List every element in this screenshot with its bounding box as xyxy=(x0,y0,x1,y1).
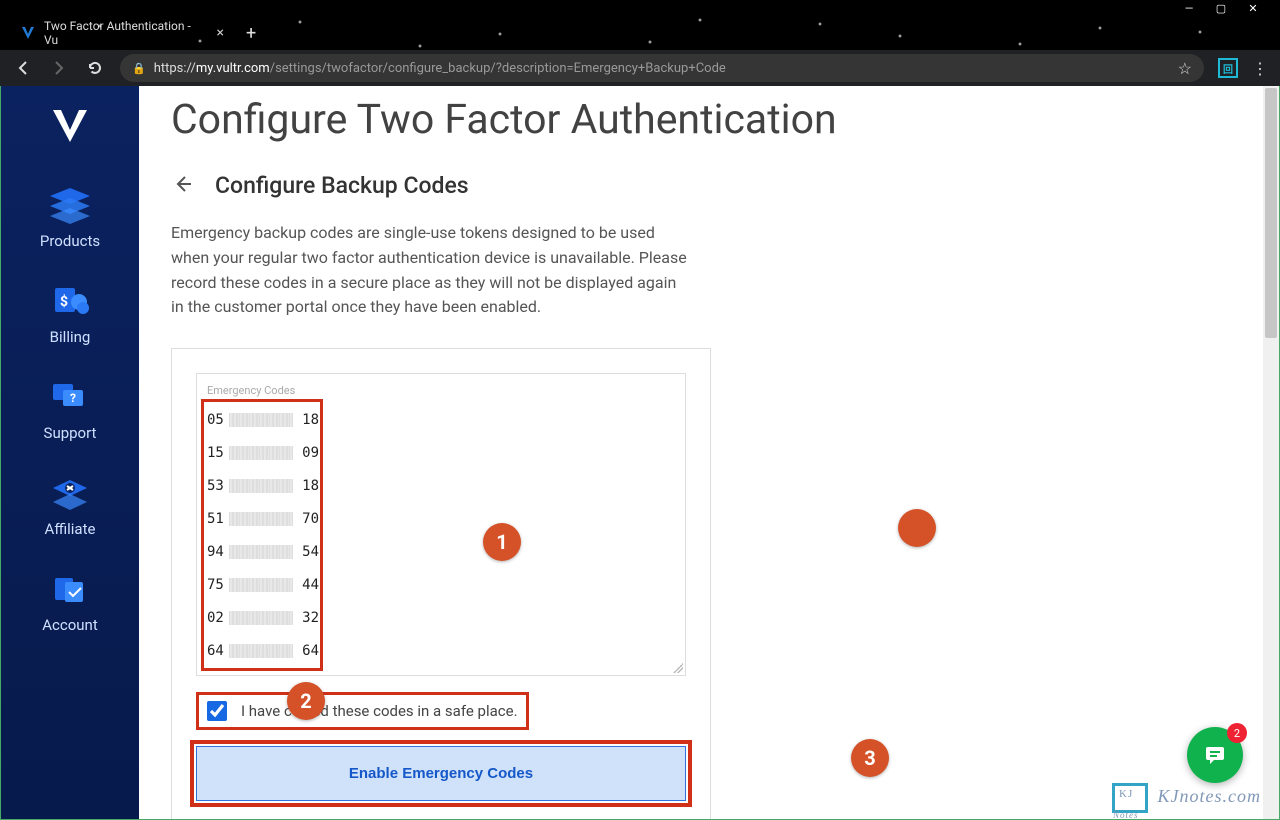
watermark-icon xyxy=(1112,783,1148,813)
app-area: Products $ Billing ? Support xyxy=(0,86,1280,820)
back-button[interactable] xyxy=(12,57,34,79)
annotation-badge-1: 1 xyxy=(483,523,521,561)
code-redacted xyxy=(229,479,293,493)
vultr-favicon-icon xyxy=(20,25,36,41)
code-line: 05 18 xyxy=(207,403,675,436)
new-tab-button[interactable]: + xyxy=(246,23,256,44)
account-icon xyxy=(44,570,96,608)
url-scheme: https:// xyxy=(154,61,196,76)
code-end: 44 xyxy=(297,577,319,593)
products-icon xyxy=(44,186,96,224)
code-redacted xyxy=(229,446,293,460)
code-line: 02 32 xyxy=(207,601,675,634)
code-end: 32 xyxy=(297,610,319,626)
sidebar-item-affiliate[interactable]: Affiliate xyxy=(1,460,139,556)
code-start: 64 xyxy=(207,643,229,659)
sidebar-item-billing[interactable]: $ Billing xyxy=(1,268,139,364)
browser-menu-icon[interactable]: ⋮ xyxy=(1252,59,1268,78)
reload-button[interactable] xyxy=(84,57,106,79)
tab-close-icon[interactable]: × xyxy=(217,25,224,41)
page-subtitle: Configure Backup Codes xyxy=(215,172,469,199)
sub-header: Configure Backup Codes xyxy=(171,172,1239,199)
code-start: 94 xyxy=(207,544,229,560)
code-line: 53 18 xyxy=(207,469,675,502)
sidebar-item-label: Account xyxy=(42,616,98,634)
annotation-badge-3: 3 xyxy=(851,739,889,777)
affiliate-icon xyxy=(44,474,96,512)
code-start: 05 xyxy=(207,412,229,428)
scrollbar-track[interactable] xyxy=(1263,86,1279,819)
url-path: /settings/twofactor/configure_backup/?de… xyxy=(270,61,726,76)
confirm-checkbox-label: I have copied these codes in a safe plac… xyxy=(241,702,518,720)
browser-tab[interactable]: Two Factor Authentication - Vu × xyxy=(12,13,232,53)
code-line: 51 70 xyxy=(207,502,675,535)
resize-handle-icon[interactable] xyxy=(673,663,683,673)
sidebar-item-label: Billing xyxy=(50,328,91,346)
code-start: 53 xyxy=(207,478,229,494)
watermark-text: KJnotes.com xyxy=(1158,786,1261,806)
annotation-badge-2: 2 xyxy=(287,682,325,720)
code-redacted xyxy=(229,512,293,526)
sidebar-item-label: Products xyxy=(40,232,100,250)
code-end: 70 xyxy=(297,511,319,527)
sidebar-item-products[interactable]: Products xyxy=(1,172,139,268)
chat-fab-button[interactable]: 2 xyxy=(1187,727,1243,783)
code-line: 94 54 xyxy=(207,535,675,568)
description-text: Emergency backup codes are single-use to… xyxy=(171,221,691,320)
code-redacted xyxy=(229,611,293,625)
codes-panel: Emergency Codes 051815095318517094547544… xyxy=(171,348,711,819)
code-start: 15 xyxy=(207,445,229,461)
code-line: 75 44 xyxy=(207,568,675,601)
code-end: 18 xyxy=(297,412,319,428)
code-start: 02 xyxy=(207,610,229,626)
svg-text:?: ? xyxy=(70,391,76,405)
code-end: 54 xyxy=(297,544,319,560)
tab-title: Two Factor Authentication - Vu xyxy=(44,19,205,47)
sidebar: Products $ Billing ? Support xyxy=(1,86,139,819)
code-line: 1509 xyxy=(207,436,675,469)
bookmark-star-icon[interactable]: ☆ xyxy=(1178,59,1192,78)
enable-emergency-codes-button[interactable]: Enable Emergency Codes xyxy=(196,746,686,801)
sidebar-item-label: Affiliate xyxy=(45,520,96,538)
code-line: 64 64 xyxy=(207,634,675,667)
billing-icon: $ xyxy=(44,282,96,320)
code-start: 51 xyxy=(207,511,229,527)
sidebar-item-account[interactable]: Account xyxy=(1,556,139,652)
confirm-checkbox[interactable] xyxy=(207,701,227,721)
vultr-logo-icon[interactable] xyxy=(49,106,91,148)
code-start: 75 xyxy=(207,577,229,593)
url-host: my.vultr.com xyxy=(196,61,270,76)
svg-text:$: $ xyxy=(60,293,68,310)
code-end: 18 xyxy=(297,478,319,494)
browser-address-bar: 🔒 https://my.vultr.com/settings/twofacto… xyxy=(0,50,1280,86)
sidebar-item-support[interactable]: ? Support xyxy=(1,364,139,460)
window-maximize-icon[interactable]: ▢ xyxy=(1214,1,1228,15)
confirm-checkbox-row: I have copied these codes in a safe plac… xyxy=(196,692,529,730)
support-icon: ? xyxy=(44,378,96,416)
watermark: KJnotes.com xyxy=(1112,783,1261,813)
code-redacted xyxy=(229,578,293,592)
code-redacted xyxy=(229,545,293,559)
code-end: 64 xyxy=(297,643,319,659)
window-minimize-icon[interactable]: — xyxy=(1182,1,1196,15)
forward-button[interactable] xyxy=(48,57,70,79)
code-redacted xyxy=(229,644,293,658)
code-list: 05181509531851709454754402326464 xyxy=(207,403,675,667)
back-arrow-icon[interactable] xyxy=(171,173,193,199)
emergency-codes-box[interactable]: Emergency Codes 051815095318517094547544… xyxy=(196,373,686,676)
lock-icon: 🔒 xyxy=(132,62,146,75)
code-end: 09 xyxy=(297,445,319,461)
extension-icon[interactable]: 回 xyxy=(1218,58,1238,78)
url-input[interactable]: 🔒 https://my.vultr.com/settings/twofacto… xyxy=(120,54,1204,82)
chat-badge-count: 2 xyxy=(1227,723,1247,743)
code-redacted xyxy=(229,413,293,427)
scrollbar-thumb[interactable] xyxy=(1265,88,1277,338)
sidebar-item-label: Support xyxy=(44,424,97,442)
page-title: Configure Two Factor Authentication xyxy=(171,96,1239,144)
browser-tab-bar: Two Factor Authentication - Vu × + xyxy=(0,16,1280,50)
main-content: Configure Two Factor Authentication Conf… xyxy=(139,86,1279,819)
codes-box-label: Emergency Codes xyxy=(207,384,675,397)
window-close-icon[interactable]: ✕ xyxy=(1246,1,1260,15)
